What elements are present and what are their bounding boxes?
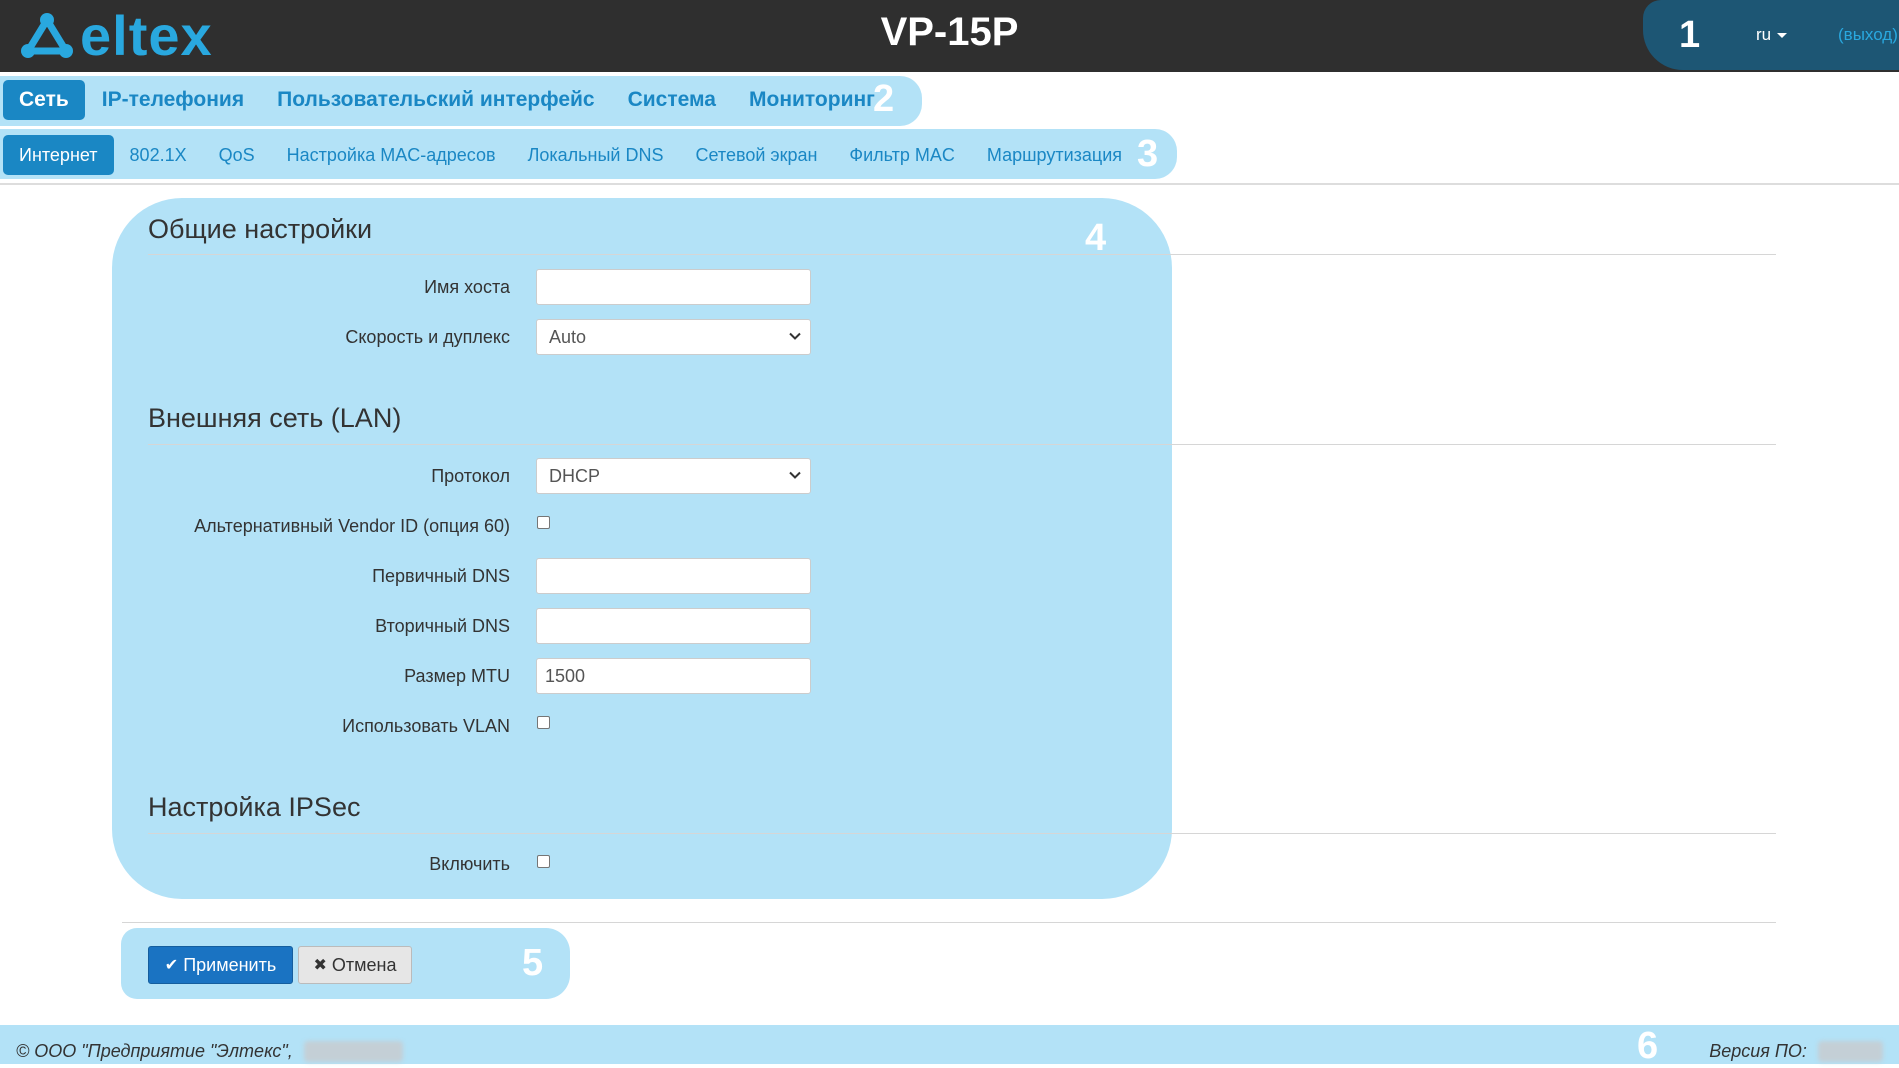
logout-link[interactable]: (выход) xyxy=(1838,25,1898,45)
nav-item-monitoring[interactable]: Мониторинг xyxy=(733,80,891,120)
cancel-button[interactable]: ✖ Отмена xyxy=(298,946,412,984)
vendor-id-checkbox[interactable] xyxy=(537,516,550,529)
apply-button-label: Применить xyxy=(183,954,277,975)
section-divider xyxy=(148,833,1776,834)
tab-routing[interactable]: Маршрутизация xyxy=(971,135,1138,175)
language-dropdown[interactable]: ru xyxy=(1756,25,1788,45)
tab-8021x[interactable]: 802.1X xyxy=(114,135,203,175)
tab-local-dns[interactable]: Локальный DNS xyxy=(512,135,680,175)
main-nav: Сеть IP-телефония Пользовательский интер… xyxy=(3,80,892,120)
section-title-lan: Внешняя сеть (LAN) xyxy=(148,403,402,433)
version-label: Версия ПО: xyxy=(1709,1041,1807,1061)
primary-dns-label: Первичный DNS xyxy=(372,566,510,586)
mtu-input[interactable] xyxy=(536,658,811,694)
primary-dns-input[interactable] xyxy=(536,558,811,594)
protocol-label: Протокол xyxy=(431,466,510,486)
callout-number-6: 6 xyxy=(1637,1025,1659,1067)
language-label: ru xyxy=(1756,25,1772,44)
apply-button[interactable]: ✔ Применить xyxy=(148,946,293,984)
vlan-label: Использовать VLAN xyxy=(342,716,510,736)
tab-firewall[interactable]: Сетевой экран xyxy=(680,135,834,175)
vendor-id-label: Альтернативный Vendor ID (опция 60) xyxy=(194,516,510,536)
footer-version: Версия ПО: 1.7.0.36 xyxy=(1709,1041,1883,1062)
nav-item-system[interactable]: Система xyxy=(612,80,732,120)
hostname-input[interactable] xyxy=(536,269,811,305)
nav-item-ip-telephony[interactable]: IP-телефония xyxy=(86,80,260,120)
top-header: eltex VP-15P 1 ru (выход) xyxy=(0,0,1899,72)
callout-number-3: 3 xyxy=(1137,133,1159,175)
close-icon: ✖ xyxy=(313,957,327,974)
ipsec-enable-label: Включить xyxy=(429,854,510,874)
nav-item-network[interactable]: Сеть xyxy=(3,80,85,120)
speed-duplex-value: Auto xyxy=(549,327,587,347)
chevron-down-icon xyxy=(789,471,801,479)
section-title-general: Общие настройки xyxy=(148,214,373,244)
nav-divider xyxy=(0,183,1899,185)
tab-mac-filter[interactable]: Фильтр MAC xyxy=(833,135,970,175)
nav-item-user-interface[interactable]: Пользовательский интерфейс xyxy=(261,80,611,120)
chevron-down-icon xyxy=(789,332,801,340)
section-divider xyxy=(148,254,1776,255)
check-icon: ✔ xyxy=(164,957,179,974)
protocol-select[interactable]: DHCP xyxy=(536,458,811,494)
tab-internet[interactable]: Интернет xyxy=(3,135,114,175)
speed-duplex-label: Скорость и дуплекс xyxy=(345,327,510,347)
section-divider xyxy=(148,444,1776,445)
tab-qos[interactable]: QoS xyxy=(203,135,271,175)
section-title-ipsec: Настройка IPSec xyxy=(148,792,361,822)
device-title: VP-15P xyxy=(880,10,1019,54)
vlan-checkbox[interactable] xyxy=(537,716,550,729)
ipsec-enable-checkbox[interactable] xyxy=(537,855,550,868)
blurred-version: 1.7.0.36 xyxy=(1817,1041,1883,1062)
speed-duplex-select[interactable]: Auto xyxy=(536,319,811,355)
secondary-dns-label: Вторичный DNS xyxy=(375,616,510,636)
sub-nav: Интернет 802.1X QoS Настройка MAC-адресо… xyxy=(3,135,1138,175)
callout-number-2: 2 xyxy=(873,78,895,120)
secondary-dns-input[interactable] xyxy=(536,608,811,644)
blurred-years: 2011 – 2022 xyxy=(303,1041,403,1062)
user-panel: 1 ru (выход) xyxy=(1643,0,1899,70)
hostname-label: Имя хоста xyxy=(424,277,510,297)
protocol-value: DHCP xyxy=(549,466,601,486)
footer-copyright: © ООО "Предприятие "Элтекс", 2011 – 2022 xyxy=(16,1041,403,1062)
copyright-text: © ООО "Предприятие "Элтекс", xyxy=(16,1041,293,1061)
caret-down-icon xyxy=(1777,33,1788,39)
tab-mac-settings[interactable]: Настройка MAC-адресов xyxy=(271,135,512,175)
mtu-label: Размер MTU xyxy=(404,666,510,686)
form-bottom-divider xyxy=(122,922,1776,923)
callout-number-1: 1 xyxy=(1679,14,1701,56)
footer: © ООО "Предприятие "Элтекс", 2011 – 2022… xyxy=(0,1025,1899,1067)
callout-number-5: 5 xyxy=(522,942,544,984)
cancel-button-label: Отмена xyxy=(331,954,397,975)
